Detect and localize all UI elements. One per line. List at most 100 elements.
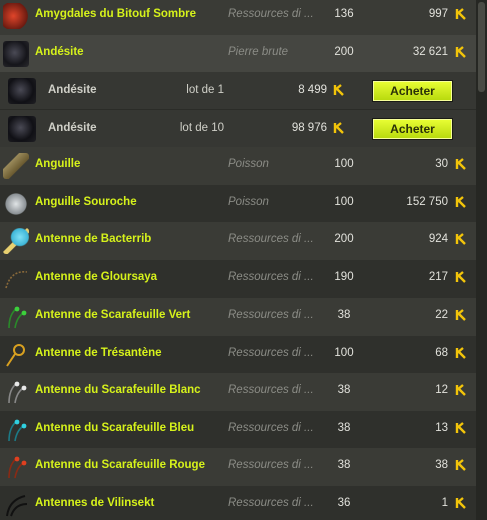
- kama-icon: [455, 422, 466, 434]
- gold-antenna-icon: [6, 344, 25, 367]
- list-item[interactable]: Anguille Souroche Poisson 100 152 750: [0, 185, 476, 223]
- item-name: Anguille: [35, 158, 81, 170]
- item-category: Ressources di ...: [228, 271, 314, 283]
- item-price: 217: [428, 271, 448, 283]
- kama-icon: [455, 8, 466, 20]
- kama-icon: [455, 158, 466, 170]
- item-price: 997: [428, 8, 448, 20]
- item-name: Antenne du Scarafeuille Bleu: [35, 422, 195, 434]
- kama-icon: [455, 459, 466, 471]
- item-category: Poisson: [228, 158, 269, 170]
- lot-price: 98 976: [291, 122, 327, 134]
- dark-stone-icon: [3, 41, 29, 67]
- kama-icon: [455, 309, 466, 321]
- dark-stone-icon: [8, 78, 36, 104]
- item-name: Antenne de Gloursaya: [35, 271, 158, 283]
- item-price: 22: [435, 309, 448, 321]
- grey-eel-icon: [3, 191, 29, 217]
- red-claw-icon: [3, 3, 29, 29]
- item-list: Amygdales du Bitouf Sombre Ressources di…: [0, 0, 487, 520]
- item-name: Antenne du Scarafeuille Blanc: [35, 384, 201, 396]
- item-category: Ressources di ...: [228, 384, 314, 396]
- lot-price: 8 499: [298, 84, 327, 96]
- item-price: 32 621: [412, 46, 448, 58]
- list-item[interactable]: Antenne de Gloursaya Ressources di ... 1…: [0, 260, 476, 298]
- item-level: 100: [334, 347, 354, 359]
- item-name: Antenne de Trésantène: [35, 347, 162, 359]
- kama-icon: [333, 84, 344, 96]
- list-item[interactable]: Antenne de Bacterrib Ressources di ... 2…: [0, 222, 476, 260]
- lot-item-name: Andésite: [48, 84, 97, 96]
- green-antenna-icon: [8, 306, 27, 329]
- list-item[interactable]: Antenne de Scarafeuille Vert Ressources …: [0, 298, 476, 336]
- eel-icon: [3, 153, 29, 179]
- buy-button[interactable]: Acheter: [372, 80, 453, 102]
- item-name: Antennes de Vilinsekt: [35, 497, 155, 509]
- lot-row: Andésite lot de 1 8 499 Acheter: [0, 72, 476, 109]
- kama-icon: [455, 196, 466, 208]
- kama-icon: [455, 347, 466, 359]
- item-category: Pierre brute: [228, 46, 289, 58]
- item-price: 30: [435, 158, 448, 170]
- list-item[interactable]: Amygdales du Bitouf Sombre Ressources di…: [0, 0, 476, 35]
- list-item[interactable]: Antenne de Trésantène Ressources di ... …: [0, 336, 476, 374]
- item-name: Amygdales du Bitouf Sombre: [35, 8, 197, 20]
- antenna-icon: [3, 228, 29, 254]
- list-item[interactable]: Antenne du Scarafeuille Blanc Ressources…: [0, 373, 476, 411]
- item-level: 38: [337, 309, 351, 321]
- scrollbar-thumb[interactable]: [478, 2, 485, 92]
- item-price: 924: [428, 233, 448, 245]
- item-level: 38: [337, 459, 351, 471]
- item-category: Ressources di ...: [228, 497, 314, 509]
- kama-icon: [455, 384, 466, 396]
- list-item[interactable]: Anguille Poisson 100 30: [0, 147, 476, 185]
- list-item[interactable]: Antenne du Scarafeuille Bleu Ressources …: [0, 411, 476, 449]
- kama-icon: [455, 233, 466, 245]
- item-category: Poisson: [228, 196, 269, 208]
- black-antenna-icon: [6, 495, 28, 517]
- kama-icon: [455, 497, 466, 509]
- item-name: Anguille Souroche: [35, 196, 137, 208]
- list-item[interactable]: Antenne du Scarafeuille Rouge Ressources…: [0, 448, 476, 486]
- item-name: Antenne de Bacterrib: [35, 233, 152, 245]
- blue-antenna-icon: [8, 419, 27, 442]
- thin-antenna-icon: [5, 271, 28, 289]
- item-price: 1: [441, 497, 448, 509]
- item-price: 38: [435, 459, 448, 471]
- item-name: Antenne de Scarafeuille Vert: [35, 309, 191, 321]
- buy-button[interactable]: Acheter: [372, 118, 453, 140]
- red-antenna-icon: [8, 456, 27, 479]
- item-price: 12: [435, 384, 448, 396]
- item-category: Ressources di ...: [228, 233, 314, 245]
- lot-size: lot de 1: [186, 84, 224, 96]
- kama-icon: [455, 46, 466, 58]
- item-level: 38: [337, 422, 351, 434]
- item-price: 13: [435, 422, 448, 434]
- lot-item-name: Andésite: [48, 122, 97, 134]
- item-level: 200: [334, 46, 354, 58]
- white-antenna-icon: [8, 381, 27, 404]
- kama-icon: [455, 271, 466, 283]
- list-item[interactable]: Antennes de Vilinsekt Ressources di ... …: [0, 486, 476, 520]
- kama-icon: [333, 122, 344, 134]
- item-level: 38: [337, 384, 351, 396]
- item-level: 36: [337, 497, 351, 509]
- item-price: 68: [435, 347, 448, 359]
- item-category: Ressources di ...: [228, 422, 314, 434]
- item-level: 100: [334, 196, 354, 208]
- item-level: 100: [334, 158, 354, 170]
- list-item-selected[interactable]: Andésite Pierre brute 200 32 621: [0, 35, 476, 73]
- lot-row: Andésite lot de 10 98 976 Acheter: [0, 109, 476, 147]
- item-level: 190: [334, 271, 354, 283]
- item-name: Antenne du Scarafeuille Rouge: [35, 459, 205, 471]
- scrollbar[interactable]: [476, 0, 487, 520]
- lot-size: lot de 10: [179, 122, 224, 134]
- item-level: 136: [334, 8, 354, 20]
- item-name: Andésite: [35, 46, 84, 58]
- item-category: Ressources di ...: [228, 8, 314, 20]
- item-category: Ressources di ...: [228, 459, 314, 471]
- item-price: 152 750: [406, 196, 448, 208]
- dark-stone-icon: [8, 116, 36, 142]
- item-category: Ressources di ...: [228, 309, 314, 321]
- item-category: Ressources di ...: [228, 347, 314, 359]
